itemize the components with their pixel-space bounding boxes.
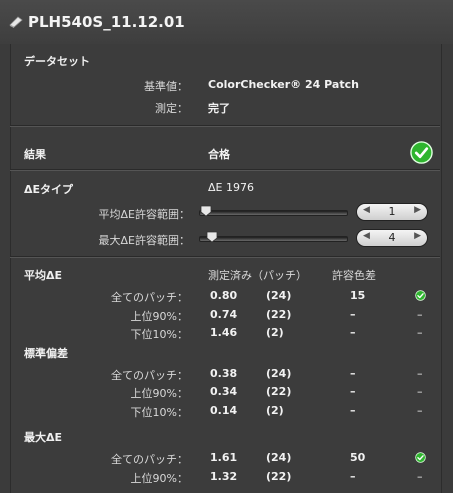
col-tolerance-header: 許容色差 [332,269,376,282]
row-tolerance: 15 [350,289,366,302]
row-count: (24) [266,367,292,380]
row-status: – [417,308,423,321]
avg-tolerance-slider-track[interactable] [199,210,348,216]
max-tolerance-slider-track[interactable] [199,236,348,242]
row-label: 全てのパッチ： [111,291,188,304]
reference-label: 基準値： [144,80,188,93]
dataset-header: データセット [24,55,90,68]
divider [10,256,440,258]
check-circle-icon [415,452,426,463]
document-icon [9,16,23,28]
row-status: – [417,385,423,398]
result-value: 合格 [208,148,230,161]
max-tolerance-label: 最大ΔE許容範囲： [98,234,190,247]
row-label: 全てのパッチ： [111,369,188,382]
row-count: (2) [266,404,284,417]
col-measured-header: 測定済み（パッチ） [208,269,307,282]
row-value: 0.80 [210,289,238,302]
row-value: 0.14 [210,404,238,417]
row-tolerance: – [350,367,356,380]
row-label: 下位10%： [130,406,188,419]
row-tolerance: – [350,308,356,321]
row-status: – [417,404,423,417]
row-status: – [417,326,423,339]
row-value: 0.74 [210,308,238,321]
row-count: (24) [266,451,292,464]
check-circle-icon [415,290,426,301]
row-value: 1.61 [210,451,238,464]
row-label: 全てのパッチ： [111,453,188,466]
increment-arrow-icon[interactable]: ▶ [414,231,421,241]
row-tolerance: – [350,326,356,339]
row-label: 下位10%： [130,328,188,341]
avg-tolerance-label: 平均ΔE許容範囲： [98,208,190,221]
result-label: 結果 [24,148,46,161]
row-count: (2) [266,326,284,339]
row-value: 1.46 [210,326,238,339]
increment-arrow-icon[interactable]: ▶ [414,205,421,215]
row-status: – [417,470,423,483]
row-count: (22) [266,470,292,483]
avg-tolerance-stepper[interactable]: ◀ 1 ▶ [356,203,428,221]
measure-value: 完了 [208,102,230,115]
row-status: – [417,367,423,380]
row-tolerance: – [350,385,356,398]
row-count: (22) [266,385,292,398]
row-value: 0.38 [210,367,238,380]
section-title: 平均ΔE [24,269,63,282]
row-label: 上位90%： [130,310,188,323]
max-tolerance-stepper[interactable]: ◀ 4 ▶ [356,229,428,247]
row-value: 1.32 [210,470,238,483]
avg-tolerance-slider-knob[interactable] [200,205,212,217]
row-label: 上位90%： [130,387,188,400]
section-title: 標準偏差 [24,347,68,360]
row-label: 上位90%： [130,472,188,485]
divider [10,169,440,171]
check-circle-icon [410,141,433,164]
window-title: PLH540S_11.12.01 [28,13,185,31]
deltae-type-label: ΔEタイプ [24,183,74,196]
row-tolerance: – [350,404,356,417]
max-tolerance-slider-knob[interactable] [206,231,218,243]
divider [10,125,440,127]
measure-label: 測定： [155,102,188,115]
deltae-type-value: ΔE 1976 [208,181,254,194]
row-count: (22) [266,308,292,321]
row-tolerance: – [350,470,356,483]
reference-value: ColorChecker® 24 Patch [208,78,359,91]
row-tolerance: 50 [350,451,366,464]
row-count: (24) [266,289,292,302]
section-title: 最大ΔE [24,431,63,444]
row-value: 0.34 [210,385,238,398]
